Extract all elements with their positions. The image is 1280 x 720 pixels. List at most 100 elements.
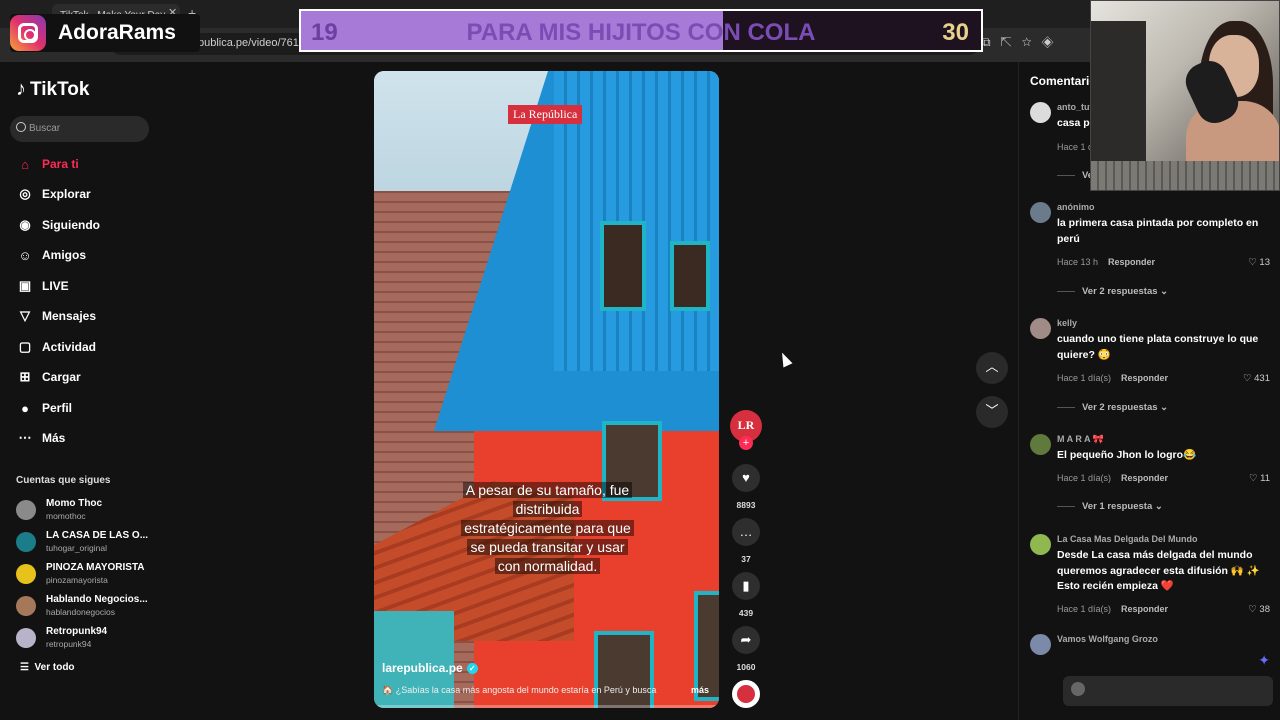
tiktok-logo[interactable]: ♪ TikTok — [16, 78, 89, 101]
emoji-icon[interactable] — [1071, 682, 1085, 696]
view-replies[interactable]: Ver 2 respuestas ⌄ — [1057, 402, 1168, 413]
nav-item-perfil[interactable]: ● Perfil — [16, 398, 72, 418]
url-text: publica.pe/video/76101 — [198, 37, 312, 49]
share-icon[interactable]: ⇱ — [1001, 35, 1022, 49]
avatar[interactable] — [1030, 434, 1051, 455]
comment-user[interactable]: kelly — [1057, 318, 1077, 328]
bookmark-icon: ▮ — [742, 578, 750, 593]
profile-icon: ● — [21, 400, 29, 416]
instagram-overlay: AdoraRams — [10, 14, 200, 52]
comment-time: Hace 1 d — [1057, 142, 1094, 152]
browser-toolbar-icons[interactable]: ⧉⇱☆◈ — [982, 35, 1064, 50]
account-name: PINOZA MAYORISTA — [46, 562, 145, 573]
previous-video-button[interactable]: ︿ — [976, 352, 1008, 384]
share-button[interactable]: ➦ — [732, 626, 760, 654]
comment-user[interactable]: anto_tut — [1057, 102, 1093, 112]
nav-item-mensajes[interactable]: ▽ Mensajes — [16, 306, 96, 326]
bookmark-star-icon[interactable]: ☆ — [1022, 35, 1042, 49]
sidebar: ♪ TikTok Buscar ⌂ Para ti ◎ Explorar ◉ Sigui… — [0, 62, 160, 720]
messages-icon: ▽ — [20, 308, 30, 323]
view-replies-label: Ver 1 respuesta — [1082, 501, 1153, 512]
view-replies[interactable]: Ver 2 respuestas ⌄ — [1057, 286, 1168, 297]
reply-button[interactable]: Responder — [1121, 373, 1168, 383]
verified-icon: ✓ — [466, 662, 478, 674]
followed-account[interactable]: Retropunk94 retropunk94 — [16, 626, 156, 654]
comment-time: Hace 1 día(s) — [1057, 373, 1112, 383]
tiktok-note-icon: ♪ — [16, 78, 26, 100]
avatar — [16, 500, 36, 520]
music-disc-icon[interactable] — [732, 680, 760, 708]
comment-count: 37 — [741, 554, 751, 564]
nav-item-para-ti[interactable]: ⌂ Para ti — [16, 154, 79, 174]
comment-likes[interactable]: ♡ 38 — [1248, 604, 1270, 615]
home-icon: ⌂ — [21, 156, 29, 172]
avatar[interactable] — [1030, 634, 1051, 655]
view-replies-label: Ver 2 respuestas — [1082, 402, 1158, 413]
followed-account[interactable]: Hablando Negocios... hablandonegocios — [16, 594, 156, 622]
comment-user[interactable]: anónimo — [1057, 202, 1095, 212]
more-link[interactable]: más — [691, 685, 709, 695]
comment-user[interactable]: La Casa Mas Delgada Del Mundo — [1057, 534, 1198, 544]
comment-input[interactable] — [1063, 676, 1273, 706]
video-author[interactable]: larepublica.pe ✓ — [382, 661, 478, 675]
nav-item-live[interactable]: ▣ LIVE — [16, 276, 69, 296]
nav-item-siguiendo[interactable]: ◉ Siguiendo — [16, 215, 100, 235]
comment-time: Hace 1 día(s) — [1057, 604, 1112, 614]
account-name: Momo Thoc — [46, 498, 103, 509]
video-description: 🏠 ¿Sabías la casa más angosta del mundo … — [382, 685, 657, 695]
followed-account[interactable]: Momo Thoc momothoc — [16, 498, 156, 526]
nav-item-mas[interactable]: ⋯ Más — [16, 428, 66, 448]
nav-item-explorar[interactable]: ◎ Explorar — [16, 184, 91, 204]
search-input[interactable]: Buscar — [10, 116, 149, 142]
comment-button[interactable]: … — [732, 518, 760, 546]
avatar — [16, 596, 36, 616]
video-progress-bar[interactable] — [374, 705, 719, 708]
next-video-button[interactable]: ﹀ — [976, 396, 1008, 428]
nav-item-cargar[interactable]: ⊞ Cargar — [16, 367, 81, 387]
follow-plus-icon[interactable]: + — [739, 436, 753, 450]
chevron-up-icon: ︿ — [985, 359, 999, 374]
account-handle: pinozamayorista — [46, 575, 108, 585]
screenshot-icon[interactable]: ⧉ — [982, 35, 1001, 49]
list-icon: ☰ — [20, 662, 35, 673]
activity-icon: ▢ — [18, 339, 32, 354]
view-replies[interactable]: Ver 1 respuesta ⌄ — [1057, 501, 1163, 512]
save-button[interactable]: ▮ — [732, 572, 760, 600]
like-button[interactable]: ♥ — [732, 464, 760, 492]
followed-account[interactable]: LA CASA DE LAS O... tuhogar_original — [16, 530, 156, 558]
nav-item-actividad[interactable]: ▢ Actividad — [16, 337, 96, 357]
search-placeholder: Buscar — [29, 123, 61, 134]
view-replies[interactable]: Ve — [1057, 170, 1093, 181]
avatar[interactable] — [1030, 202, 1051, 223]
avatar[interactable] — [1030, 534, 1051, 555]
comment-likes[interactable]: ♡ 13 — [1248, 257, 1270, 268]
nav-label: Para ti — [42, 157, 79, 171]
comment-time: Hace 1 día(s) — [1057, 473, 1112, 483]
nav-label: Cargar — [42, 370, 81, 384]
see-all-link[interactable]: ☰ Ver todo — [20, 662, 75, 673]
nav-label: Amigos — [42, 248, 87, 262]
webcam-keyboard — [1091, 161, 1279, 190]
nav-item-amigos[interactable]: ☺ Amigos — [16, 245, 86, 265]
avatar[interactable] — [1030, 318, 1051, 339]
nav-label: Mensajes — [42, 309, 97, 323]
brand-badge: La República — [508, 105, 583, 124]
reply-button[interactable]: Responder — [1121, 604, 1168, 614]
avatar[interactable] — [1030, 102, 1051, 123]
followed-account[interactable]: PINOZA MAYORISTA pinozamayorista — [16, 562, 156, 590]
comment-user[interactable]: M A R A 🎀 — [1057, 434, 1104, 445]
extension-icon[interactable]: ◈ — [1042, 35, 1064, 49]
chevron-down-icon: ⌄ — [1160, 286, 1169, 297]
video-player[interactable]: La República A pesar de su tamaño, fue d… — [374, 71, 719, 708]
comment-likes[interactable]: ♡ 431 — [1243, 373, 1270, 384]
save-count: 439 — [738, 608, 754, 618]
nav-label: Explorar — [42, 187, 91, 201]
comment-likes[interactable]: ♡ 11 — [1249, 473, 1270, 484]
nav-label: Siguiendo — [42, 218, 100, 232]
nav-label: Más — [42, 431, 66, 445]
reply-button[interactable]: Responder — [1121, 473, 1168, 483]
comment-user[interactable]: Vamos Wolfgang Grozo — [1057, 634, 1158, 644]
reply-button[interactable]: Responder — [1108, 257, 1155, 267]
comment-time: Hace 13 h — [1057, 257, 1099, 267]
video-window — [670, 241, 710, 311]
